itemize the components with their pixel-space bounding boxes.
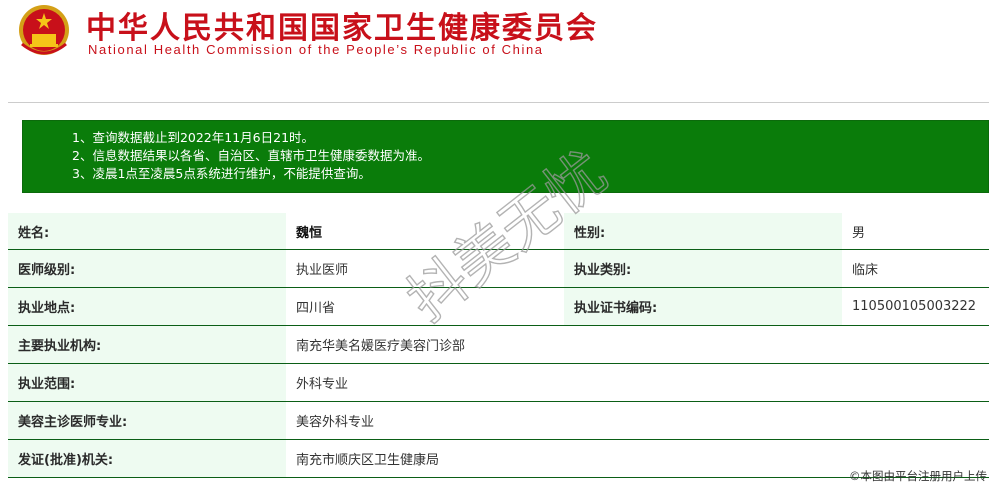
table-row: 美容主诊医师专业: 美容外科专业 (8, 401, 989, 440)
table-row: 发证(批准)机关: 南充市顺庆区卫生健康局 (8, 439, 989, 478)
site-header-banner: 中华人民共和国国家卫生健康委员会 National Health Commiss… (8, 0, 656, 62)
cosmetic-specialty-label: 美容主诊医师专业: (8, 401, 286, 440)
cert-number-label: 执业证书编码: (564, 287, 842, 326)
notice-line: 1、查询数据截止到2022年11月6日21时。 (72, 130, 315, 145)
physician-info-table: 姓名: 魏恒 性别: 男 医师级别: 执业医师 执业类别: 临床 执业地点: 四… (8, 213, 989, 478)
location-value: 四川省 (286, 287, 564, 326)
table-row: 姓名: 魏恒 性别: 男 (8, 213, 989, 250)
institution-label: 主要执业机构: (8, 325, 286, 364)
scope-value: 外科专业 (286, 363, 989, 402)
name-label: 姓名: (8, 213, 286, 250)
level-label: 医师级别: (8, 249, 286, 288)
scope-label: 执业范围: (8, 363, 286, 402)
table-row: 执业地点: 四川省 执业证书编码: 110500105003222 (8, 287, 989, 326)
table-row: 医师级别: 执业医师 执业类别: 临床 (8, 249, 989, 288)
location-label: 执业地点: (8, 287, 286, 326)
level-value: 执业医师 (286, 249, 564, 288)
name-value: 魏恒 (286, 213, 564, 250)
table-row: 主要执业机构: 南充华美名媛医疗美容门诊部 (8, 325, 989, 364)
header-divider (8, 102, 989, 103)
site-title-cn: 中华人民共和国国家卫生健康委员会 (86, 11, 598, 46)
upload-credit: ©本图由平台注册用户上传 (849, 469, 987, 483)
cert-number-value: 110500105003222 (842, 287, 989, 326)
cosmetic-specialty-value: 美容外科专业 (286, 401, 989, 440)
issuer-label: 发证(批准)机关: (8, 439, 286, 478)
query-notice: 1、查询数据截止到2022年11月6日21时。 2、信息数据结果以各省、自治区、… (22, 120, 989, 193)
notice-line: 2、信息数据结果以各省、自治区、直辖市卫生健康委数据为准。 (72, 148, 430, 163)
gender-value: 男 (842, 213, 989, 250)
site-title-en: National Health Commission of the People… (88, 42, 544, 57)
category-label: 执业类别: (564, 249, 842, 288)
gender-label: 性别: (564, 213, 842, 250)
category-value: 临床 (842, 249, 989, 288)
institution-value: 南充华美名媛医疗美容门诊部 (286, 325, 989, 364)
national-emblem-icon (19, 5, 69, 55)
table-row: 执业范围: 外科专业 (8, 363, 989, 402)
notice-line: 3、凌晨1点至凌晨5点系统进行维护，不能提供查询。 (72, 166, 371, 181)
